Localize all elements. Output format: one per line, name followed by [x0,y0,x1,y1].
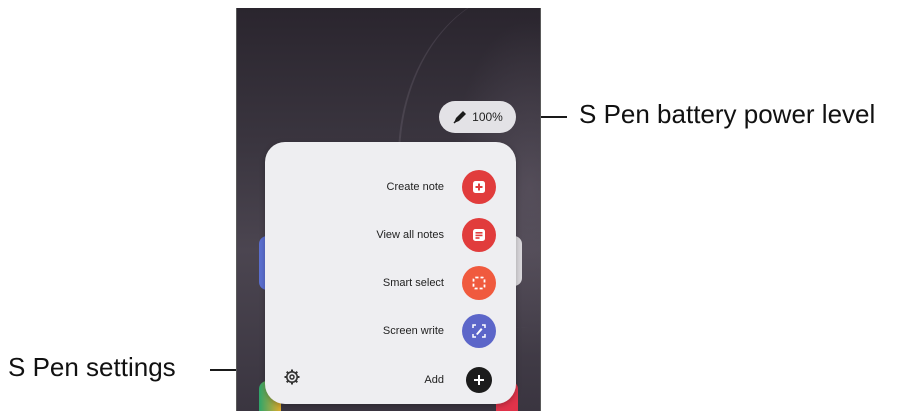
screen-write-icon[interactable] [462,314,496,348]
pen-icon [453,111,467,124]
menu-item-label: Add [424,374,444,386]
battery-callout-text: S Pen battery power level [579,99,876,129]
create-note-icon[interactable] [462,170,496,204]
spen-battery-indicator: 100% [439,101,516,133]
menu-item-screen-write[interactable]: Screen write [265,311,516,351]
phone-screen: 100% Create note View all notes Smart se… [236,8,541,411]
plus-icon[interactable] [466,367,492,393]
menu-item-create-note[interactable]: Create note [265,167,516,207]
menu-item-view-all-notes[interactable]: View all notes [265,215,516,255]
menu-item-add[interactable]: Add [265,360,516,400]
menu-item-label: Create note [386,181,444,193]
settings-callout-text: S Pen settings [8,352,176,382]
gear-icon[interactable] [283,368,301,386]
battery-level-text: 100% [472,110,503,124]
menu-item-label: Screen write [382,325,444,337]
menu-item-label: Smart select [382,277,444,289]
view-notes-icon[interactable] [462,218,496,252]
stage: S Pen battery power level S Pen settings… [0,0,920,411]
smart-select-icon[interactable] [462,266,496,300]
menu-item-label: View all notes [376,229,444,241]
air-command-panel: Create note View all notes Smart select … [265,142,516,404]
menu-item-smart-select[interactable]: Smart select [265,263,516,303]
